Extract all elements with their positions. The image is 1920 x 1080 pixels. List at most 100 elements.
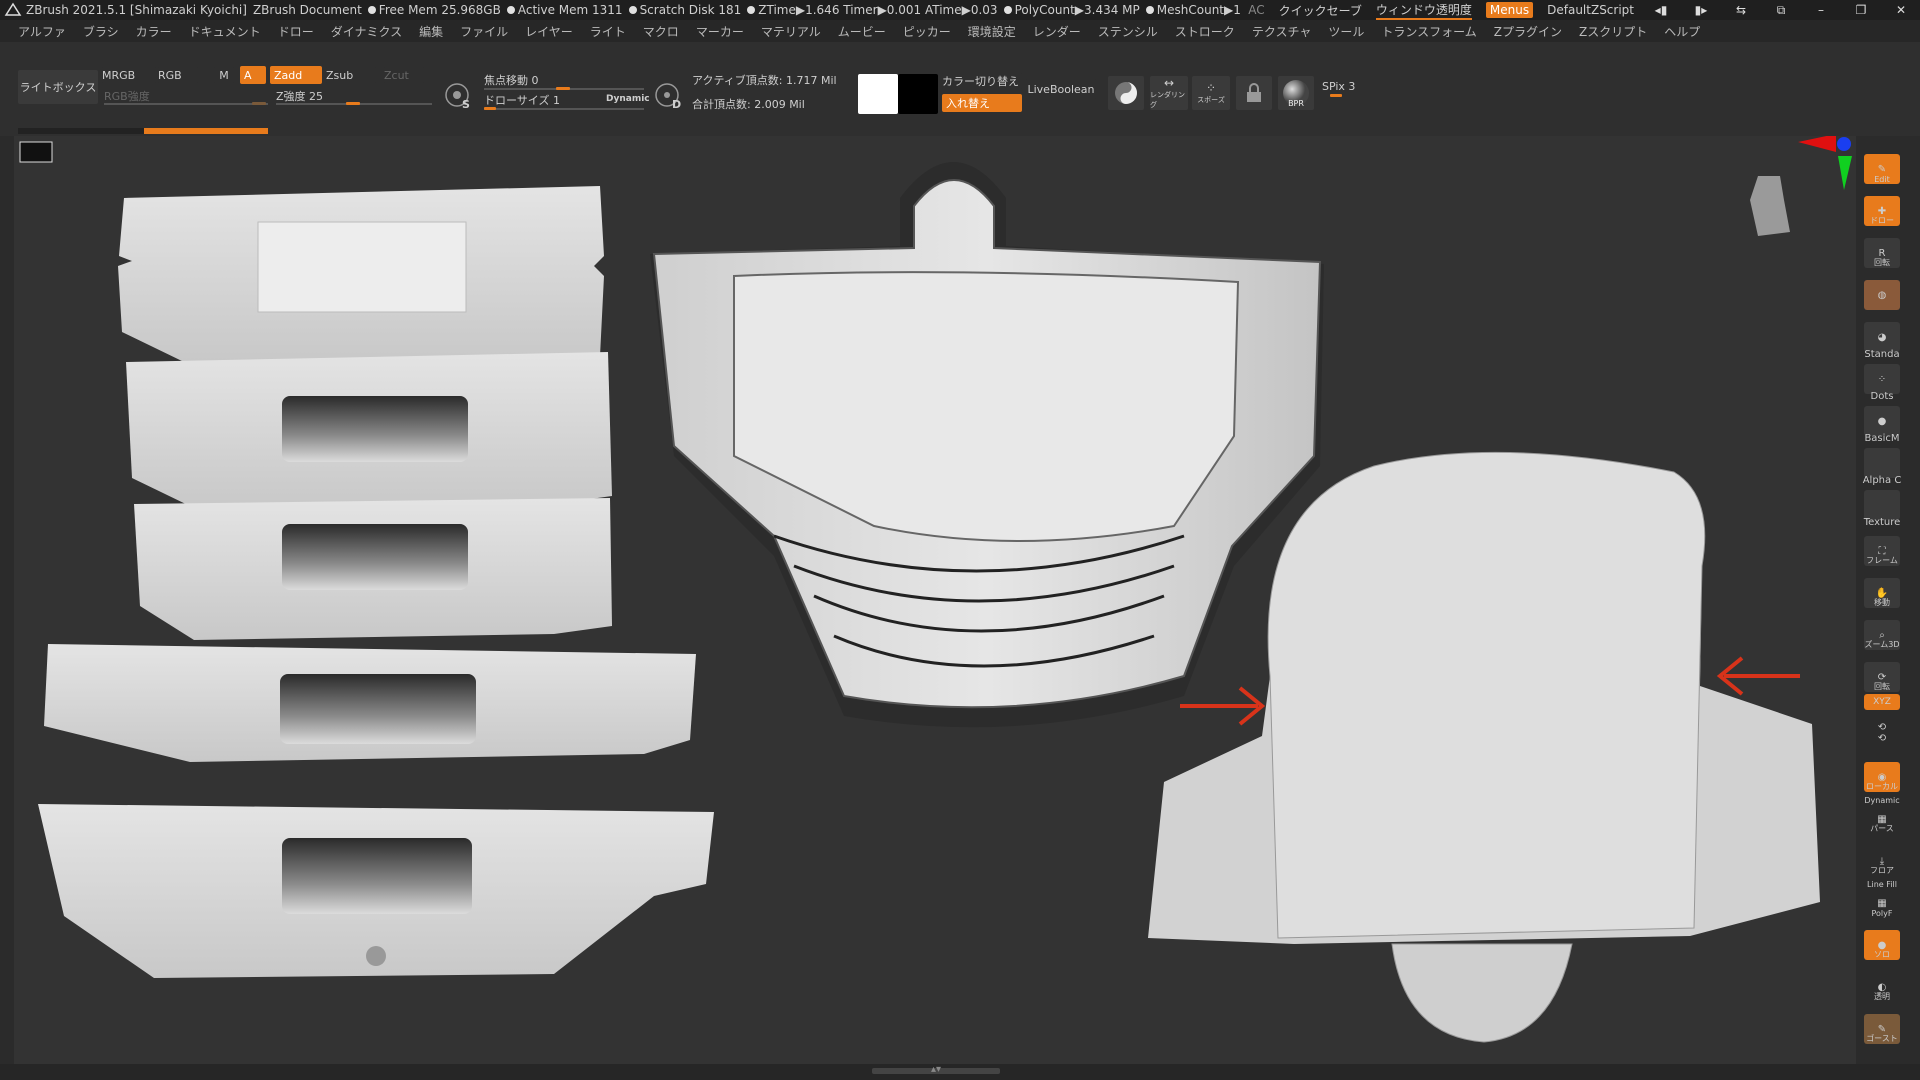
menu-item[interactable]: ファイル [460, 23, 508, 40]
menu-item[interactable]: 環境設定 [968, 23, 1016, 40]
lightbox-button[interactable]: ライトボックス [18, 70, 98, 104]
dot-icon [628, 6, 637, 14]
menu-item[interactable]: Zスクリプト [1579, 23, 1647, 40]
red-arrow-left [1180, 686, 1266, 726]
mrgb-button[interactable]: MRGB [102, 66, 156, 84]
layout-right-icon[interactable]: ▮▸ [1688, 3, 1714, 17]
menu-item[interactable]: 編集 [419, 23, 443, 40]
alpha-button[interactable]: Alpha C [1862, 440, 1902, 486]
title-right-controls: AC クイックセーブ ウィンドウ透明度 Menus DefaultZScript… [1240, 0, 1920, 20]
menu-item[interactable]: マーカー [696, 23, 744, 40]
menu-item[interactable]: マテリアル [761, 23, 821, 40]
minimize-icon[interactable]: – [1808, 3, 1834, 17]
render-icon-button[interactable] [1108, 76, 1144, 110]
polyframe-button[interactable]: Line Fill ▦ PolyF [1862, 880, 1902, 918]
bottom-tray-arrow-icon[interactable]: ▴▾ [926, 1064, 946, 1075]
bpr-button[interactable]: BPR [1278, 76, 1314, 110]
canvas-viewport[interactable] [14, 136, 1856, 1064]
rotate-button[interactable]: ⟳ 回転 [1862, 654, 1902, 692]
material-button[interactable]: ◍ [1862, 272, 1902, 310]
menu-item[interactable]: アルファ [18, 23, 66, 40]
menu-item[interactable]: ライト [590, 23, 626, 40]
floor-button[interactable]: ⤓ フロア [1862, 838, 1902, 876]
polyf-label: PolyF [1871, 909, 1893, 918]
zsub-button[interactable]: Zsub [326, 66, 376, 84]
meshcount: MeshCount▶1 [1145, 3, 1241, 17]
spix-label[interactable]: SPix 3 [1322, 80, 1355, 93]
restore-icon[interactable]: ❐ [1848, 3, 1874, 17]
menu-item[interactable]: ドロー [278, 23, 314, 40]
line-fill-label: Line Fill [1867, 880, 1897, 889]
draw-size-knob[interactable] [484, 107, 496, 110]
draw-button[interactable]: ✚ ドロー [1862, 188, 1902, 226]
lock-button[interactable] [1236, 76, 1272, 110]
swap-icon[interactable]: ⇆ [1728, 3, 1754, 17]
menu-item[interactable]: ピッカー [903, 23, 951, 40]
layout-left-icon[interactable]: ◂▮ [1648, 3, 1674, 17]
zadd-button[interactable]: Zadd [270, 66, 322, 84]
rgb-intensity-slider[interactable] [104, 103, 268, 105]
render-button[interactable]: ↔ レンダリング [1150, 76, 1188, 110]
window-transparency-slider[interactable]: ウィンドウ透明度 [1375, 1, 1472, 20]
progress-fill [144, 128, 268, 134]
quicksave-button[interactable]: クイックセーブ [1279, 2, 1362, 19]
stroke-glyph-icon: ⁘ [1205, 81, 1217, 95]
liveboolean-button[interactable]: LiveBoolean [1026, 78, 1096, 100]
canvas-model [19, 136, 1852, 1043]
frame-button[interactable]: ⛶ フレーム [1862, 528, 1902, 566]
menu-item[interactable]: マクロ [643, 23, 679, 40]
z-intensity-knob[interactable] [346, 102, 360, 105]
menu-item[interactable]: カラー [136, 23, 172, 40]
local-button[interactable]: ◉ ローカル [1862, 754, 1902, 792]
menu-item[interactable]: レイヤー [525, 23, 573, 40]
menu-item[interactable]: ツール [1328, 23, 1364, 40]
windows-icon[interactable]: ⧉ [1768, 3, 1794, 18]
menu-item[interactable]: ブラシ [83, 23, 119, 40]
rgb-button[interactable]: RGB [158, 66, 198, 84]
m-button[interactable]: M [214, 66, 234, 84]
draw-size-slider[interactable] [484, 108, 644, 110]
bottom-bar: ▴▾ [0, 1064, 1920, 1080]
edit-button[interactable]: ✎ Edit [1862, 146, 1902, 184]
basic-material-button[interactable]: ● BasicM [1862, 398, 1902, 444]
solo-button[interactable]: ● ソロ [1862, 922, 1902, 960]
menus-button[interactable]: Menus [1485, 2, 1534, 18]
dots-stroke-button[interactable]: ⁘ Dots [1862, 356, 1902, 402]
menu-item[interactable]: ヘルプ [1664, 23, 1700, 40]
transparent-button[interactable]: ◐ 透明 [1862, 964, 1902, 1002]
menu-item[interactable]: ムービー [838, 23, 886, 40]
thumbnail-icon[interactable] [19, 141, 53, 163]
menu-item[interactable]: ストローク [1175, 23, 1235, 40]
axis-gizmo[interactable] [1750, 136, 1852, 236]
dynamic-label[interactable]: Dynamic [606, 94, 650, 104]
rotate-axis-button[interactable]: ⟲ ⟲ [1862, 714, 1902, 748]
spix-knob[interactable] [1330, 94, 1342, 97]
close-icon[interactable]: ✕ [1888, 3, 1914, 17]
menu-item[interactable]: ダイナミクス [331, 23, 402, 40]
switch-color-button[interactable]: カラー切り替え [942, 72, 1022, 90]
focal-shift-knob[interactable] [556, 87, 570, 90]
standard-brush-button[interactable]: ◕ Standa [1862, 314, 1902, 360]
xyz-button[interactable]: XYZ [1862, 688, 1902, 710]
move-button[interactable]: ✋ 移動 [1862, 570, 1902, 608]
ghost-button[interactable]: ✎ ゴースト [1862, 1006, 1902, 1044]
stroke-button[interactable]: ⁘ スポーズ [1192, 76, 1230, 110]
zcut-button[interactable]: Zcut [384, 66, 424, 84]
main-color-swatch[interactable] [858, 74, 898, 114]
default-zscript-button[interactable]: DefaultZScript [1547, 3, 1634, 17]
secondary-color-swatch[interactable] [898, 74, 938, 114]
a-button[interactable]: A [240, 66, 266, 84]
rotate-r-button[interactable]: R 回転 [1862, 230, 1902, 268]
menu-item[interactable]: レンダー [1033, 23, 1081, 40]
zoom-button[interactable]: ⌕ ズーム3D [1862, 612, 1902, 650]
menu-item[interactable]: テクスチャ [1252, 23, 1312, 40]
perspective-button[interactable]: Dynamic ▦ パース [1862, 796, 1902, 834]
app-title: ZBrush 2021.5.1 [Shimazaki Kyoichi] [26, 3, 247, 17]
menu-item[interactable]: トランスフォーム [1381, 23, 1476, 40]
swap-color-button[interactable]: 入れ替え [942, 94, 1022, 112]
menu-item[interactable]: Zプラグイン [1494, 23, 1562, 40]
menu-item[interactable]: ドキュメント [189, 23, 261, 40]
texture-button[interactable]: Texture [1862, 482, 1902, 528]
menu-item[interactable]: ステンシル [1098, 23, 1158, 40]
rgb-intensity-knob[interactable] [252, 102, 266, 105]
